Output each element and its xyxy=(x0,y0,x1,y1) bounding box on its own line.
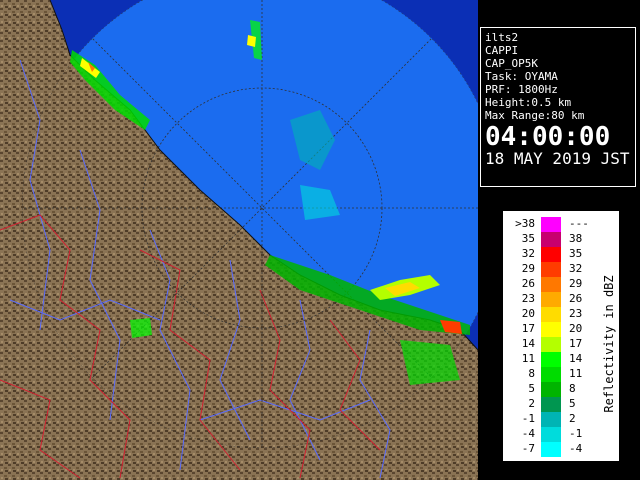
legend-high-value: 5 xyxy=(569,397,576,410)
legend-swatch xyxy=(541,427,561,442)
legend-swatch xyxy=(541,232,561,247)
legend-low-value: 26 xyxy=(521,277,535,290)
legend-row: 35 38 xyxy=(503,232,583,247)
legend-low-value: 8 xyxy=(528,367,535,380)
height-value: Height:0.5 km xyxy=(485,96,572,109)
legend-row: 17 20 xyxy=(503,322,583,337)
radar-info-panel: ilts2 CAPPI CAP_OP5K Task: OYAMA PRF: 18… xyxy=(480,27,636,187)
legend-low-value: 14 xyxy=(521,337,535,350)
legend-row: 32 35 xyxy=(503,247,583,262)
legend-high-value: 14 xyxy=(569,352,583,365)
legend-low-value: 5 xyxy=(528,382,535,395)
legend-high-value: 29 xyxy=(569,277,583,290)
legend-swatch xyxy=(541,277,561,292)
legend-row: 8 11 xyxy=(503,367,583,382)
legend-title: Reflectivity in dBZ xyxy=(602,275,616,413)
legend-row: 58 xyxy=(503,382,583,397)
legend-high-value: 20 xyxy=(569,322,583,335)
legend-swatch xyxy=(541,337,561,352)
observation-date: 18 MAY 2019 JST xyxy=(485,149,630,168)
radar-map xyxy=(0,0,478,480)
legend-row: 26 29 xyxy=(503,277,583,292)
prf-value: PRF: 1800Hz xyxy=(485,83,558,96)
legend-swatch xyxy=(541,412,561,427)
legend-swatch xyxy=(541,217,561,232)
legend-high-value: 17 xyxy=(569,337,583,350)
legend-low-value: 17 xyxy=(521,322,535,335)
legend-swatch xyxy=(541,397,561,412)
observation-time: 04:00:00 xyxy=(485,122,611,152)
legend-row: -1 2 xyxy=(503,412,583,427)
legend-high-value: 23 xyxy=(569,307,583,320)
legend-high-value: 26 xyxy=(569,292,583,305)
legend-high-value: 38 xyxy=(569,232,583,245)
legend-title-wrap: Reflectivity in dBZ xyxy=(600,251,618,441)
legend-high-value: 35 xyxy=(569,247,583,260)
legend-high-value: -1 xyxy=(569,427,583,440)
product-type: CAPPI xyxy=(485,44,519,57)
legend-row: -4 -1 xyxy=(503,427,583,442)
legend-swatch xyxy=(541,352,561,367)
legend-low-value: >38 xyxy=(515,217,535,230)
legend-high-value: 32 xyxy=(569,262,583,275)
legend-row: 29 32 xyxy=(503,262,583,277)
legend-low-value: 23 xyxy=(521,292,535,305)
legend-row: 23 26 xyxy=(503,292,583,307)
legend-swatch xyxy=(541,307,561,322)
product-name: CAP_OP5K xyxy=(485,57,538,70)
legend-row: -7 -4 xyxy=(503,442,583,457)
legend-low-value: -4 xyxy=(521,427,535,440)
legend-row: 14 17 xyxy=(503,337,583,352)
legend-high-value: -4 xyxy=(569,442,583,455)
legend-high-value: --- xyxy=(569,217,589,230)
legend-low-value: 20 xyxy=(521,307,535,320)
legend-low-value: -7 xyxy=(521,442,535,455)
legend-low-value: 11 xyxy=(521,352,535,365)
legend-swatch xyxy=(541,247,561,262)
legend-low-value: 32 xyxy=(521,247,535,260)
reflectivity-legend: >38 --- 35 38 32 35 29 32 26 29 23 26 20 23 17 20 14 17 11… xyxy=(502,210,620,462)
legend-swatch xyxy=(541,262,561,277)
task-name: Task: OYAMA xyxy=(485,70,558,83)
max-range: Max Range:80 km xyxy=(485,109,585,122)
legend-swatch xyxy=(541,442,561,457)
legend-high-value: 2 xyxy=(569,412,576,425)
legend-row: 11 14 xyxy=(503,352,583,367)
legend-swatch xyxy=(541,367,561,382)
legend-row: >38 --- xyxy=(503,217,589,232)
legend-high-value: 11 xyxy=(569,367,583,380)
radar-site: ilts2 xyxy=(485,31,519,44)
legend-swatch xyxy=(541,382,561,397)
legend-low-value: 2 xyxy=(528,397,535,410)
legend-row: 25 xyxy=(503,397,583,412)
legend-swatch xyxy=(541,322,561,337)
legend-low-value: 35 xyxy=(521,232,535,245)
legend-row: 20 23 xyxy=(503,307,583,322)
legend-low-value: -1 xyxy=(521,412,535,425)
legend-high-value: 8 xyxy=(569,382,576,395)
legend-low-value: 29 xyxy=(521,262,535,275)
legend-swatch xyxy=(541,292,561,307)
